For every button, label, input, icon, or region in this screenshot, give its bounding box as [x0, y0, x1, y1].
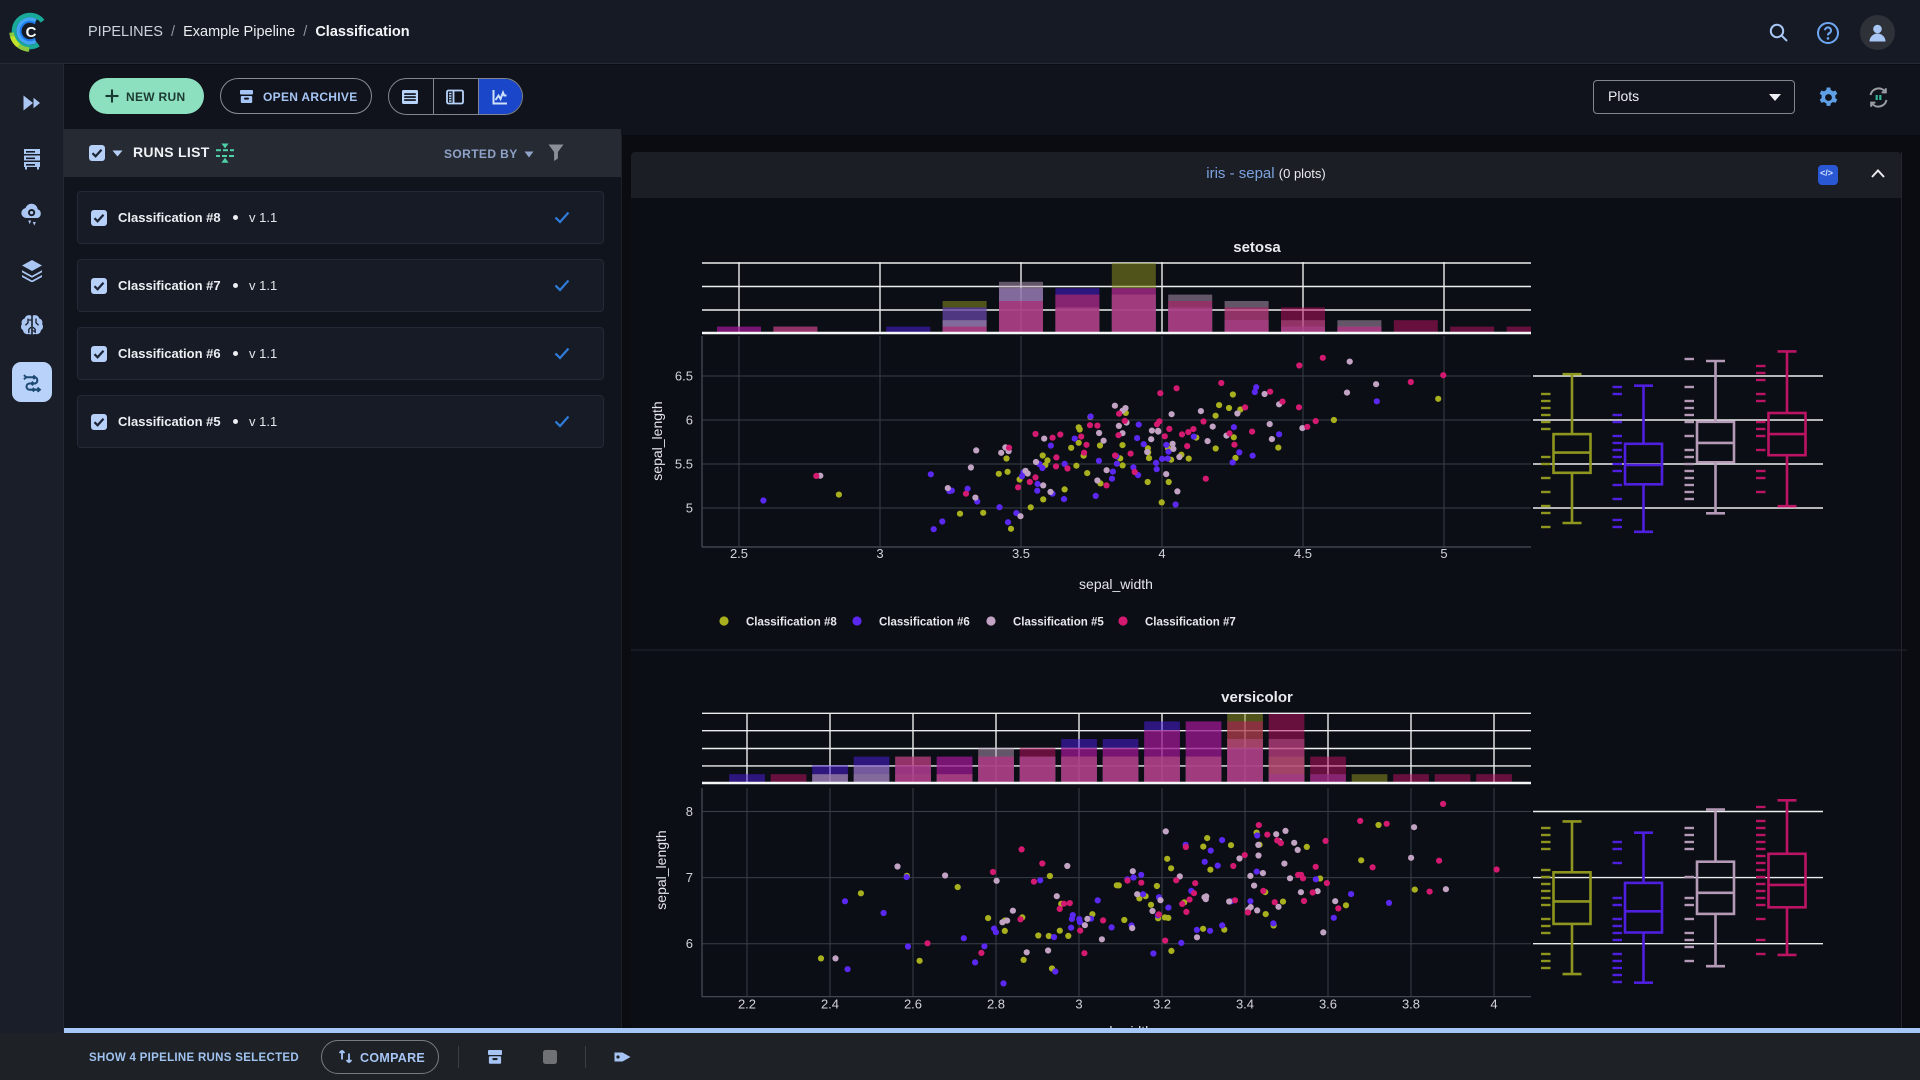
svg-text:2.8: 2.8	[987, 997, 1005, 1012]
svg-text:2.4: 2.4	[821, 997, 839, 1012]
svg-text:Classification #5: Classification #5	[1013, 617, 1104, 629]
svg-text:Classification #7: Classification #7	[1145, 617, 1236, 629]
svg-text:7: 7	[686, 870, 693, 885]
svg-text:Classification #6: Classification #6	[879, 617, 970, 629]
svg-text:versicolor: versicolor	[1221, 689, 1293, 706]
svg-text:C: C	[26, 24, 37, 41]
svg-text:4: 4	[1490, 997, 1497, 1012]
svg-text:4.5: 4.5	[1294, 546, 1312, 561]
svg-text:2.5: 2.5	[730, 546, 748, 561]
svg-text:3.8: 3.8	[1402, 997, 1420, 1012]
svg-text:5: 5	[686, 501, 693, 516]
svg-text:3: 3	[1075, 997, 1082, 1012]
svg-text:setosa: setosa	[1233, 239, 1281, 256]
svg-text:2.6: 2.6	[904, 997, 922, 1012]
svg-text:8: 8	[686, 804, 693, 819]
svg-text:sepal_width: sepal_width	[1079, 576, 1153, 592]
svg-text:Classification #8: Classification #8	[746, 617, 837, 629]
svg-text:3.4: 3.4	[1236, 997, 1254, 1012]
svg-text:3.6: 3.6	[1319, 997, 1337, 1012]
svg-text:3: 3	[876, 546, 883, 561]
svg-text:3.5: 3.5	[1012, 546, 1030, 561]
svg-text:5: 5	[1440, 546, 1447, 561]
svg-text:6: 6	[686, 936, 693, 951]
svg-text:4: 4	[1158, 546, 1165, 561]
svg-text:3.2: 3.2	[1153, 997, 1171, 1012]
svg-text:2.2: 2.2	[738, 997, 756, 1012]
svg-text:6.5: 6.5	[675, 369, 693, 384]
svg-text:sepal_length: sepal_length	[653, 830, 669, 909]
svg-text:sepal_length: sepal_length	[649, 401, 665, 480]
svg-text:6: 6	[686, 413, 693, 428]
svg-text:5.5: 5.5	[675, 457, 693, 472]
